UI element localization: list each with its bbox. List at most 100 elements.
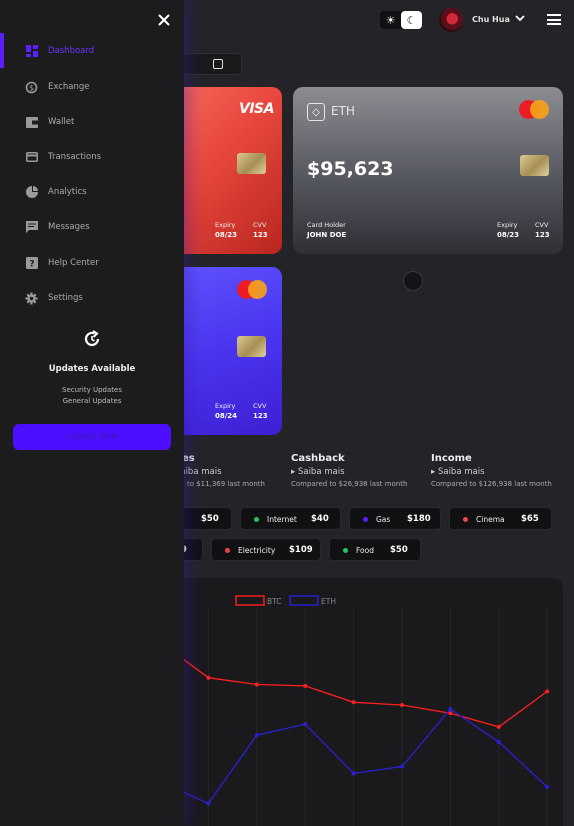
data-point-eth[interactable]	[351, 771, 356, 776]
dashboard-icon	[25, 45, 38, 58]
legend-swatch-btc[interactable]	[235, 595, 265, 606]
data-point-eth[interactable]	[206, 801, 211, 806]
sidebar-item-label: Analytics	[48, 187, 87, 197]
status-dot	[254, 517, 259, 522]
moon-icon[interactable]: ☾	[401, 11, 422, 29]
user-name[interactable]: Chu Hua	[472, 15, 510, 24]
chevron-down-icon[interactable]	[514, 12, 526, 24]
data-point-btc[interactable]	[448, 711, 453, 716]
expense-pill-cinema[interactable]: Cinema $65	[449, 507, 552, 530]
stat-title: ses	[176, 453, 195, 464]
status-dot	[363, 517, 368, 522]
sidebar-item-label: Wallet	[48, 117, 75, 127]
legend-label-eth: ETH	[321, 597, 336, 606]
sidebar: Dashboard $ Exchange Wallet Transactions…	[0, 0, 184, 826]
card-chip	[237, 153, 266, 174]
visa-logo: VISA	[239, 101, 274, 117]
expense-pill-electricity[interactable]: Electricity $109	[211, 538, 321, 561]
holder-label: Card Holder	[307, 221, 346, 229]
expense-pill-gas[interactable]: Gas $180	[349, 507, 441, 530]
price-line-chart: BTC ETH	[158, 595, 550, 826]
calendar-icon[interactable]	[213, 59, 223, 69]
sidebar-item-label: Help Center	[48, 258, 99, 268]
mastercard-logo-icon	[519, 100, 551, 120]
expiry-value: 08/23	[497, 231, 520, 239]
card-chip	[520, 155, 549, 176]
close-icon[interactable]	[157, 13, 171, 27]
card-chip	[237, 336, 266, 357]
stat-expenses: ses ▸ Saiba mais ed to $11,369 last mont…	[168, 453, 265, 488]
status-dot	[225, 548, 230, 553]
svg-text:$: $	[29, 83, 34, 92]
saiba-mais-link[interactable]: ▸ Saiba mais	[431, 467, 552, 477]
data-point-btc[interactable]	[400, 703, 404, 708]
expense-name: Internet	[267, 515, 297, 524]
data-point-btc[interactable]	[351, 700, 356, 705]
sidebar-item-messages[interactable]: Messages	[25, 219, 90, 235]
stat-income: Income ▸ Saiba mais Compared to $126,938…	[431, 453, 552, 488]
pie-chart-icon	[25, 186, 38, 199]
data-point-btc[interactable]	[303, 683, 308, 688]
data-point-eth[interactable]	[400, 764, 404, 769]
credit-card-icon	[25, 151, 38, 164]
cvv-value: 123	[253, 412, 268, 420]
expense-value: $65	[521, 514, 539, 524]
sidebar-item-exchange[interactable]: $ Exchange	[25, 79, 90, 95]
menu-icon[interactable]	[547, 14, 561, 25]
update-now-button[interactable]: Update Now	[13, 424, 171, 450]
update-icon	[84, 330, 100, 347]
data-point-btc[interactable]	[496, 724, 501, 729]
sidebar-item-dashboard[interactable]: Dashboard	[25, 43, 94, 59]
stat-title: Income	[431, 453, 472, 464]
sidebar-item-help-center[interactable]: ? Help Center	[25, 255, 99, 271]
cvv-label: CVV	[253, 402, 267, 410]
saiba-mais-link[interactable]: ▸ Saiba mais	[291, 467, 407, 477]
sidebar-item-settings[interactable]: Settings	[25, 290, 83, 306]
data-point-eth[interactable]	[303, 722, 308, 727]
data-point-btc[interactable]	[545, 689, 550, 694]
stat-compare: ed to $11,369 last month	[176, 480, 265, 488]
sun-icon[interactable]: ☀	[380, 11, 401, 29]
sidebar-item-wallet[interactable]: Wallet	[25, 114, 74, 130]
message-icon	[25, 221, 38, 234]
wallet-icon	[25, 116, 38, 129]
data-point-eth[interactable]	[254, 733, 259, 738]
holder-name: JOHN DOE	[307, 231, 347, 239]
updates-title: Updates Available	[48, 364, 136, 374]
sidebar-item-analytics[interactable]: Analytics	[25, 184, 87, 200]
carousel-dot[interactable]	[403, 271, 423, 291]
data-point-eth[interactable]	[545, 785, 550, 790]
stat-cashback: Cashback ▸ Saiba mais Compared to $26,93…	[291, 453, 407, 488]
expense-pill-internet[interactable]: Internet $40	[240, 507, 341, 530]
stat-compare: Compared to $126,938 last month	[431, 480, 552, 488]
sidebar-item-label: Dashboard	[48, 46, 95, 56]
data-point-btc[interactable]	[206, 675, 211, 680]
sidebar-item-transactions[interactable]: Transactions	[25, 149, 101, 165]
active-indicator	[0, 33, 4, 68]
exchange-icon: $	[25, 81, 38, 94]
theme-toggle[interactable]: ☀ ☾	[380, 11, 422, 29]
stat-title: Cashback	[291, 453, 345, 464]
expiry-label: Expiry	[497, 221, 518, 229]
sidebar-item-label: Transactions	[48, 152, 102, 162]
legend-label-btc: BTC	[267, 597, 282, 606]
expense-name: Gas	[376, 515, 391, 524]
avatar[interactable]	[439, 8, 463, 32]
date-picker[interactable]	[180, 53, 242, 75]
legend-swatch-eth[interactable]	[289, 595, 319, 606]
status-dot	[343, 548, 348, 553]
expense-pill-food[interactable]: Food $50	[329, 538, 421, 561]
expiry-label: Expiry	[215, 402, 236, 410]
gear-icon	[25, 292, 38, 305]
eth-card[interactable]: ◇ ETH $95,623 Card Holder JOHN DOE Expir…	[293, 87, 563, 254]
help-icon: ?	[25, 257, 38, 270]
price-chart-panel: BTC ETH	[140, 578, 563, 826]
sidebar-item-label: Settings	[48, 293, 83, 303]
data-point-eth[interactable]	[448, 707, 453, 712]
data-point-btc[interactable]	[254, 682, 259, 687]
svg-text:?: ?	[29, 260, 34, 270]
expense-name: Food	[356, 546, 374, 555]
data-point-eth[interactable]	[496, 739, 501, 744]
mastercard-logo-icon	[237, 280, 269, 300]
expense-value: $109	[289, 545, 313, 555]
